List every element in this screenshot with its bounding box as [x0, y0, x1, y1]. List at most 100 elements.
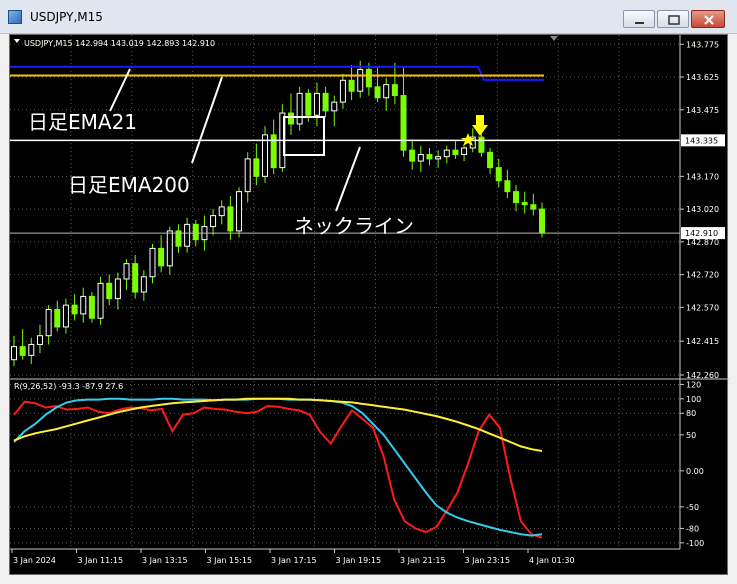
- close-icon: [704, 15, 714, 25]
- time-label: 3 Jan 19:15: [336, 556, 382, 565]
- candle-body: [374, 86, 381, 99]
- candle-body: [88, 295, 95, 319]
- candle-body: [487, 151, 494, 169]
- candle-body: [322, 92, 329, 112]
- candle-body: [132, 263, 139, 293]
- minimize-button[interactable]: [623, 10, 655, 28]
- candle-body: [348, 79, 355, 92]
- candle-body: [305, 92, 312, 116]
- osc-label: 120: [686, 380, 701, 389]
- candle-body: [28, 343, 35, 356]
- candle-body: [313, 92, 320, 116]
- candle-body: [210, 215, 217, 228]
- price-label: 143.170: [686, 172, 719, 181]
- restore-icon: [668, 15, 680, 25]
- candle-body: [11, 346, 17, 361]
- price-label: 142.570: [686, 303, 719, 312]
- candle-body: [262, 134, 269, 177]
- candle-body: [140, 276, 147, 293]
- restore-button[interactable]: [657, 10, 689, 28]
- candle-body: [106, 282, 113, 300]
- candle-body: [539, 208, 545, 234]
- chart-header-text: USDJPY,M15 142.994 143.019 142.893 142.9…: [24, 39, 215, 48]
- candle-body: [383, 84, 390, 99]
- candle-body: [36, 335, 43, 345]
- window-titlebar[interactable]: USDJPY,M15: [0, 0, 737, 34]
- candle-body: [166, 230, 173, 267]
- candle-body: [71, 304, 78, 315]
- candle-body: [184, 223, 191, 247]
- candle-body: [19, 346, 26, 356]
- time-label: 3 Jan 13:15: [142, 556, 188, 565]
- time-label: 3 Jan 11:15: [78, 556, 124, 565]
- neckline-annotation: ネックライン: [294, 214, 414, 238]
- candle-body: [521, 202, 528, 206]
- price-label: 143.625: [686, 73, 719, 82]
- arrow-down-icon: [472, 115, 488, 136]
- candle-body: [97, 282, 104, 319]
- candle-body: [123, 263, 130, 280]
- osc-label: 100: [686, 395, 701, 404]
- candle-body: [365, 68, 372, 88]
- candle-body: [236, 191, 243, 232]
- candle-body: [45, 309, 52, 337]
- ema21-annotation: 日足EMA21: [28, 110, 137, 134]
- candle-body: [192, 223, 199, 241]
- candle-body: [426, 154, 433, 160]
- price-label: 142.870: [686, 238, 719, 247]
- candle-body: [253, 158, 260, 177]
- chart-canvas[interactable]: R(9,26,52) -93.3 -87.9 27.6 143.775 143.6…: [10, 35, 729, 576]
- osc-label: 50: [686, 431, 696, 440]
- window-title: USDJPY,M15: [30, 10, 103, 24]
- ema200-annotation: 日足EMA200: [68, 173, 190, 197]
- candle-body: [149, 247, 156, 278]
- candle-body: [443, 149, 450, 158]
- candle-body: [452, 149, 459, 156]
- time-label: 3 Jan 2024: [13, 556, 56, 565]
- candle-body: [158, 247, 165, 267]
- dropdown-triangle-icon[interactable]: [14, 39, 20, 43]
- osc-label: 80: [686, 409, 696, 418]
- osc-header-text: R(9,26,52) -93.3 -87.9 27.6: [14, 382, 123, 391]
- candle-body: [391, 84, 398, 97]
- time-label: 4 Jan 01:30: [529, 556, 575, 565]
- osc-line-red: [13, 400, 543, 539]
- candle-body: [400, 95, 407, 151]
- candle-body: [54, 309, 61, 328]
- time-label: 3 Jan 23:15: [465, 556, 511, 565]
- time-label: 3 Jan 17:15: [271, 556, 317, 565]
- candle-body: [409, 149, 416, 162]
- candle-body: [114, 278, 121, 300]
- ema200-pointer: [191, 76, 223, 164]
- price-label: 143.020: [686, 205, 719, 214]
- osc-label: 0.00: [686, 467, 704, 476]
- scroll-shift-marker-icon[interactable]: [550, 36, 558, 41]
- candle-body: [244, 158, 251, 193]
- osc-label: -50: [686, 503, 699, 512]
- price-label: 142.720: [686, 271, 719, 280]
- candle-body: [435, 156, 442, 160]
- price-label: 143.475: [686, 106, 719, 115]
- candle-body: [62, 304, 69, 328]
- candle-body: [461, 147, 468, 156]
- candle-body: [227, 206, 234, 232]
- osc-label: -100: [686, 539, 704, 548]
- time-label: 3 Jan 15:15: [207, 556, 253, 565]
- candle-body: [513, 191, 520, 204]
- close-button[interactable]: [691, 10, 725, 28]
- candle-body: [339, 79, 346, 103]
- osc-label: -80: [686, 524, 699, 533]
- candle-body: [478, 136, 485, 153]
- price-label: 143.775: [686, 40, 719, 49]
- current-price-label: 142.910: [685, 229, 718, 238]
- neckline-price-label: 143.335: [685, 136, 718, 145]
- candle-body: [357, 68, 364, 92]
- price-label: 142.260: [686, 371, 719, 380]
- time-label: 3 Jan 21:15: [400, 556, 446, 565]
- candle-body: [495, 167, 502, 182]
- price-label: 142.415: [686, 337, 719, 346]
- candle-body: [287, 112, 294, 125]
- chart-area[interactable]: R(9,26,52) -93.3 -87.9 27.6 143.775 143.6…: [9, 34, 729, 576]
- candle-body: [504, 180, 511, 193]
- ema21-line: [10, 65, 544, 81]
